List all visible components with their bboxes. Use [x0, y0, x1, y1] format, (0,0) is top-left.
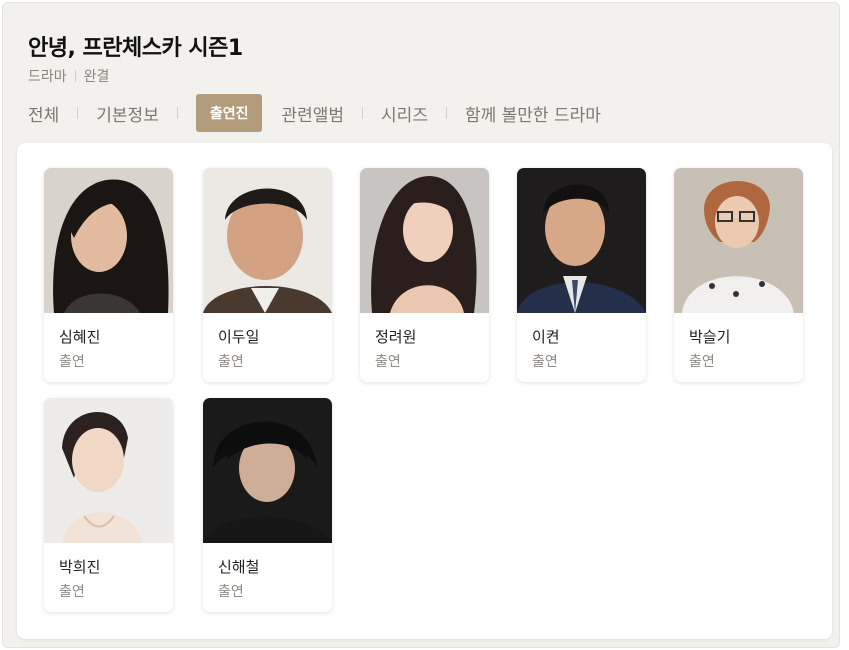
cast-role: 출연	[689, 354, 715, 370]
drama-title: 안녕, 프란체스카 시즌1	[28, 36, 243, 61]
tab-all[interactable]: 전체	[28, 101, 59, 126]
tab-divider	[176, 107, 178, 119]
tab-basic-info[interactable]: 기본정보	[96, 101, 159, 126]
cast-role: 출연	[218, 354, 244, 370]
tab-recommended-dramas[interactable]: 함께 볼만한 드라마	[465, 101, 601, 126]
cast-name: 정려원	[375, 328, 417, 346]
cast-card[interactable]: 신해철 출연	[203, 398, 332, 612]
tab-divider	[362, 107, 364, 119]
cast-photo	[44, 398, 173, 543]
cast-name: 박슬기	[689, 328, 731, 346]
cast-name: 이켠	[532, 328, 560, 346]
tab-related-albums[interactable]: 관련앨범	[281, 101, 344, 126]
cast-photo	[517, 168, 646, 313]
cast-role: 출연	[59, 584, 85, 600]
cast-name: 신해철	[218, 558, 260, 576]
cast-name: 이두일	[218, 328, 260, 346]
tab-divider	[445, 107, 447, 119]
genre-label: 드라마	[28, 69, 67, 85]
cast-photo	[674, 168, 803, 313]
cast-photo	[44, 168, 173, 313]
cast-card[interactable]: 박슬기 출연	[674, 168, 803, 382]
status-label: 완결	[83, 69, 110, 85]
drama-panel: 안녕, 프란체스카 시즌1 드라마 완결 전체 기본정보 출연진 관련앨범 시리…	[2, 2, 840, 648]
tab-series[interactable]: 시리즈	[381, 101, 428, 126]
cast-card[interactable]: 심혜진 출연	[44, 168, 173, 382]
cast-role: 출연	[532, 354, 558, 370]
cast-grid: 심혜진 출연 이두일 출연 정려원 출연 이켠 출연 박슬기 출연 박희진 출연…	[17, 143, 832, 639]
cast-photo	[203, 398, 332, 543]
tab-cast[interactable]: 출연진	[195, 94, 263, 132]
drama-meta: 드라마 완결	[28, 66, 109, 86]
cast-card[interactable]: 박희진 출연	[44, 398, 173, 612]
cast-role: 출연	[218, 584, 244, 600]
tab-divider	[77, 107, 79, 119]
cast-photo	[203, 168, 332, 313]
cast-card[interactable]: 정려원 출연	[360, 168, 489, 382]
cast-photo	[360, 168, 489, 313]
cast-role: 출연	[375, 354, 401, 370]
tab-bar: 전체 기본정보 출연진 관련앨범 시리즈 함께 볼만한 드라마	[28, 94, 601, 132]
cast-card[interactable]: 이두일 출연	[203, 168, 332, 382]
cast-name: 박희진	[59, 558, 101, 576]
cast-name: 심혜진	[59, 328, 101, 346]
meta-divider	[74, 70, 76, 82]
cast-card[interactable]: 이켠 출연	[517, 168, 646, 382]
cast-role: 출연	[59, 354, 85, 370]
